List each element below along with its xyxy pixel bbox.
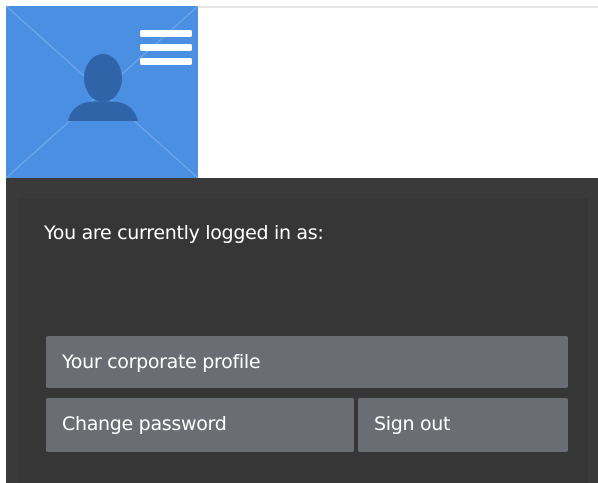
sign-out-button[interactable]: Sign out	[358, 398, 568, 452]
corporate-profile-button[interactable]: Your corporate profile	[46, 336, 568, 388]
app-frame: You are currently logged in as: Your cor…	[0, 0, 598, 483]
logged-in-label: You are currently logged in as:	[44, 222, 324, 244]
hamburger-menu-icon[interactable]	[140, 30, 192, 70]
header-divider	[198, 6, 598, 8]
account-panel: You are currently logged in as: Your cor…	[6, 178, 598, 483]
avatar[interactable]	[6, 6, 198, 178]
change-password-button[interactable]: Change password	[46, 398, 354, 452]
